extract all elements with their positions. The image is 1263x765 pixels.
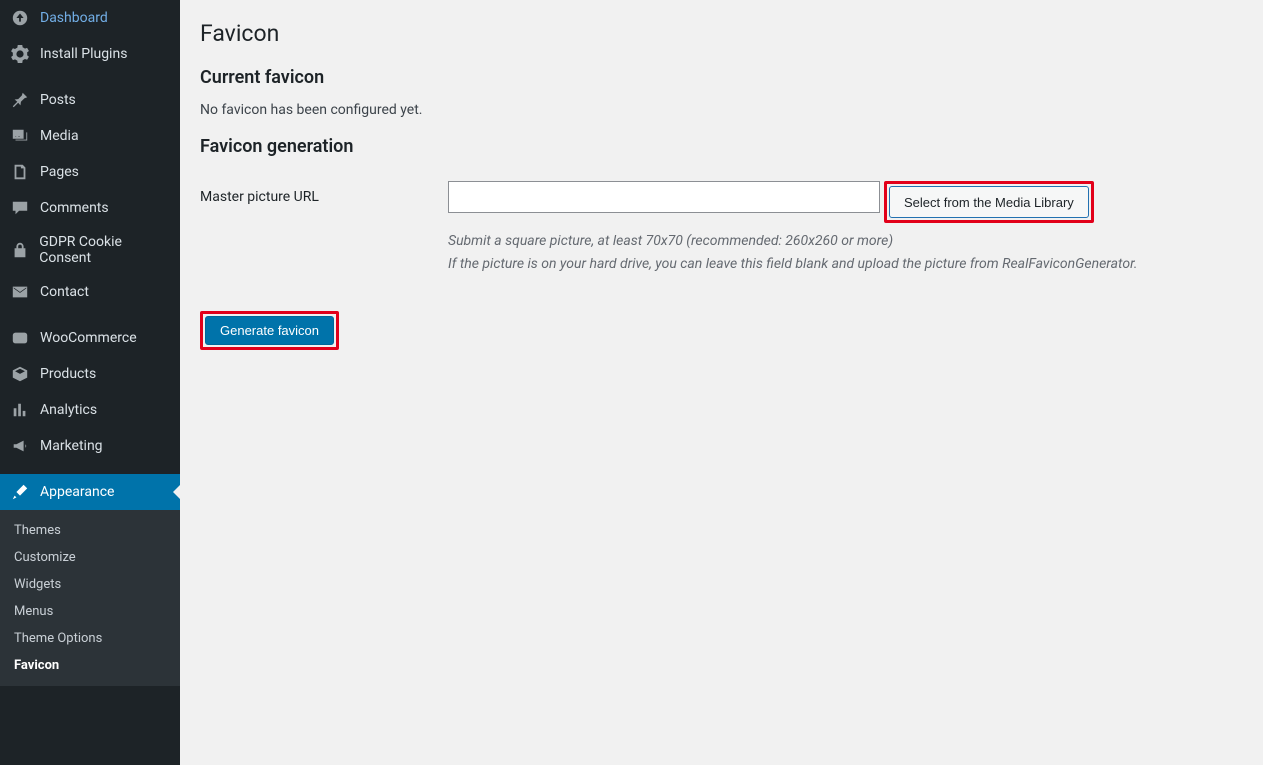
sidebar-item-posts[interactable]: Posts	[0, 82, 180, 118]
sidebar-item-contact[interactable]: Contact	[0, 274, 180, 310]
sidebar-item-comments[interactable]: Comments	[0, 190, 180, 226]
envelope-icon	[10, 282, 30, 302]
chart-icon	[10, 400, 30, 420]
sidebar-label: Dashboard	[40, 10, 108, 26]
submenu-themes[interactable]: Themes	[0, 517, 180, 544]
sidebar-item-analytics[interactable]: Analytics	[0, 392, 180, 428]
box-icon	[10, 364, 30, 384]
media-icon	[10, 126, 30, 146]
sidebar-label: Products	[40, 366, 96, 382]
highlight-box-generate: Generate favicon	[200, 311, 339, 350]
generation-heading: Favicon generation	[200, 136, 1243, 157]
sidebar-label: Pages	[40, 164, 79, 180]
sidebar-item-media[interactable]: Media	[0, 118, 180, 154]
sidebar-item-products[interactable]: Products	[0, 356, 180, 392]
sidebar-item-marketing[interactable]: Marketing	[0, 428, 180, 464]
admin-sidebar: Dashboard Install Plugins Posts Media Pa…	[0, 0, 180, 765]
sidebar-item-gdpr[interactable]: GDPR Cookie Consent	[0, 226, 180, 274]
lock-icon	[10, 240, 29, 260]
sidebar-label: Appearance	[40, 484, 114, 500]
highlight-box-select: Select from the Media Library	[884, 181, 1094, 223]
megaphone-icon	[10, 436, 30, 456]
submenu-theme-options[interactable]: Theme Options	[0, 625, 180, 652]
main-content: Favicon Current favicon No favicon has b…	[180, 0, 1263, 765]
master-url-label: Master picture URL	[200, 181, 448, 205]
sidebar-item-install-plugins[interactable]: Install Plugins	[0, 36, 180, 72]
help-text-upload: If the picture is on your hard drive, yo…	[448, 254, 1243, 275]
master-url-row: Master picture URL Select from the Media…	[200, 181, 1243, 275]
sidebar-label: Install Plugins	[40, 46, 127, 62]
page-title: Favicon	[200, 20, 1243, 47]
sidebar-label: GDPR Cookie Consent	[39, 234, 172, 266]
sidebar-label: Posts	[40, 92, 76, 108]
sidebar-item-pages[interactable]: Pages	[0, 154, 180, 190]
sidebar-item-dashboard[interactable]: Dashboard	[0, 0, 180, 36]
select-media-library-button[interactable]: Select from the Media Library	[889, 186, 1089, 218]
dashboard-icon	[10, 8, 30, 28]
submenu-favicon[interactable]: Favicon	[0, 652, 180, 679]
current-favicon-heading: Current favicon	[200, 67, 1243, 88]
pages-icon	[10, 162, 30, 182]
sidebar-item-appearance[interactable]: Appearance	[0, 474, 180, 510]
sidebar-label: WooCommerce	[40, 330, 137, 346]
submenu-menus[interactable]: Menus	[0, 598, 180, 625]
sidebar-label: Analytics	[40, 402, 97, 418]
brush-icon	[10, 482, 30, 502]
generate-favicon-button[interactable]: Generate favicon	[205, 316, 334, 345]
sidebar-item-woocommerce[interactable]: WooCommerce	[0, 320, 180, 356]
sidebar-label: Marketing	[40, 438, 103, 454]
master-url-input[interactable]	[448, 181, 880, 213]
gear-icon	[10, 44, 30, 64]
appearance-submenu: Themes Customize Widgets Menus Theme Opt…	[0, 510, 180, 686]
no-favicon-text: No favicon has been configured yet.	[200, 102, 1243, 118]
submenu-widgets[interactable]: Widgets	[0, 571, 180, 598]
pin-icon	[10, 90, 30, 110]
sidebar-label: Media	[40, 128, 79, 144]
help-text-size: Submit a square picture, at least 70x70 …	[448, 231, 1243, 252]
woocommerce-icon	[10, 328, 30, 348]
sidebar-label: Comments	[40, 200, 109, 216]
sidebar-label: Contact	[40, 284, 89, 300]
submenu-customize[interactable]: Customize	[0, 544, 180, 571]
comment-icon	[10, 198, 30, 218]
